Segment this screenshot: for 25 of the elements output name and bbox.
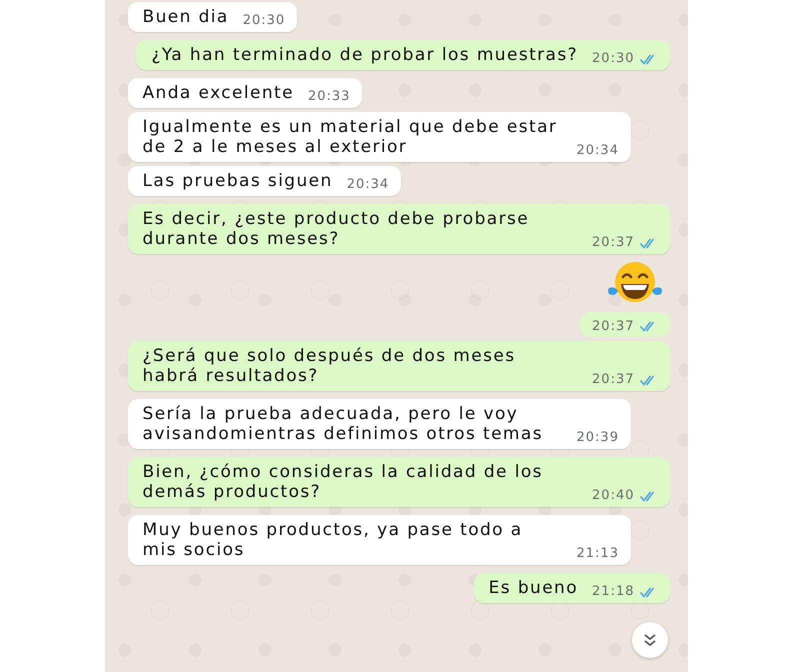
message-time: 20:34	[576, 142, 619, 160]
message-time: 20:37	[592, 371, 634, 389]
message-text: Sería la prueba adecuada, pero le voy avisandomientras definimos otros temas	[142, 404, 544, 444]
message-text: Buen dia	[142, 7, 229, 27]
message-text: Bien, ¿cómo consideras la calidad de los demás productos?	[142, 462, 544, 502]
double-chevron-down-icon	[642, 633, 656, 647]
message-text: ¿Será que solo después de dos meses habrá resultados?	[142, 346, 516, 386]
scroll-down-button[interactable]	[632, 622, 668, 658]
message-text: Igualmente es un material que debe estar de 2 a le meses al exterior	[142, 117, 558, 157]
message-time: 20:30	[242, 12, 286, 30]
message-text: Anda excelente	[142, 83, 294, 103]
message-time: 20:30	[592, 50, 634, 68]
message-text: ¿Ya han terminado de probar los muestras?	[151, 45, 578, 65]
message-text: Muy buenos productos, ya pase todo a mis socios	[142, 520, 524, 560]
message-time: 20:39	[576, 429, 619, 447]
message-time: 21:18	[592, 583, 634, 601]
message-time: 20:40	[592, 487, 634, 505]
message-time: 20:37	[592, 234, 634, 252]
message-time: 20:34	[346, 176, 390, 194]
message-time: 20:37	[592, 319, 634, 334]
message-time: 21:13	[576, 545, 619, 563]
message-text: Es decir, ¿este producto debe probarse durante dos meses?	[142, 209, 530, 249]
message-text: Es bueno	[488, 578, 578, 598]
message-text: Las pruebas siguen	[142, 171, 333, 191]
message-time: 20:33	[308, 88, 350, 106]
